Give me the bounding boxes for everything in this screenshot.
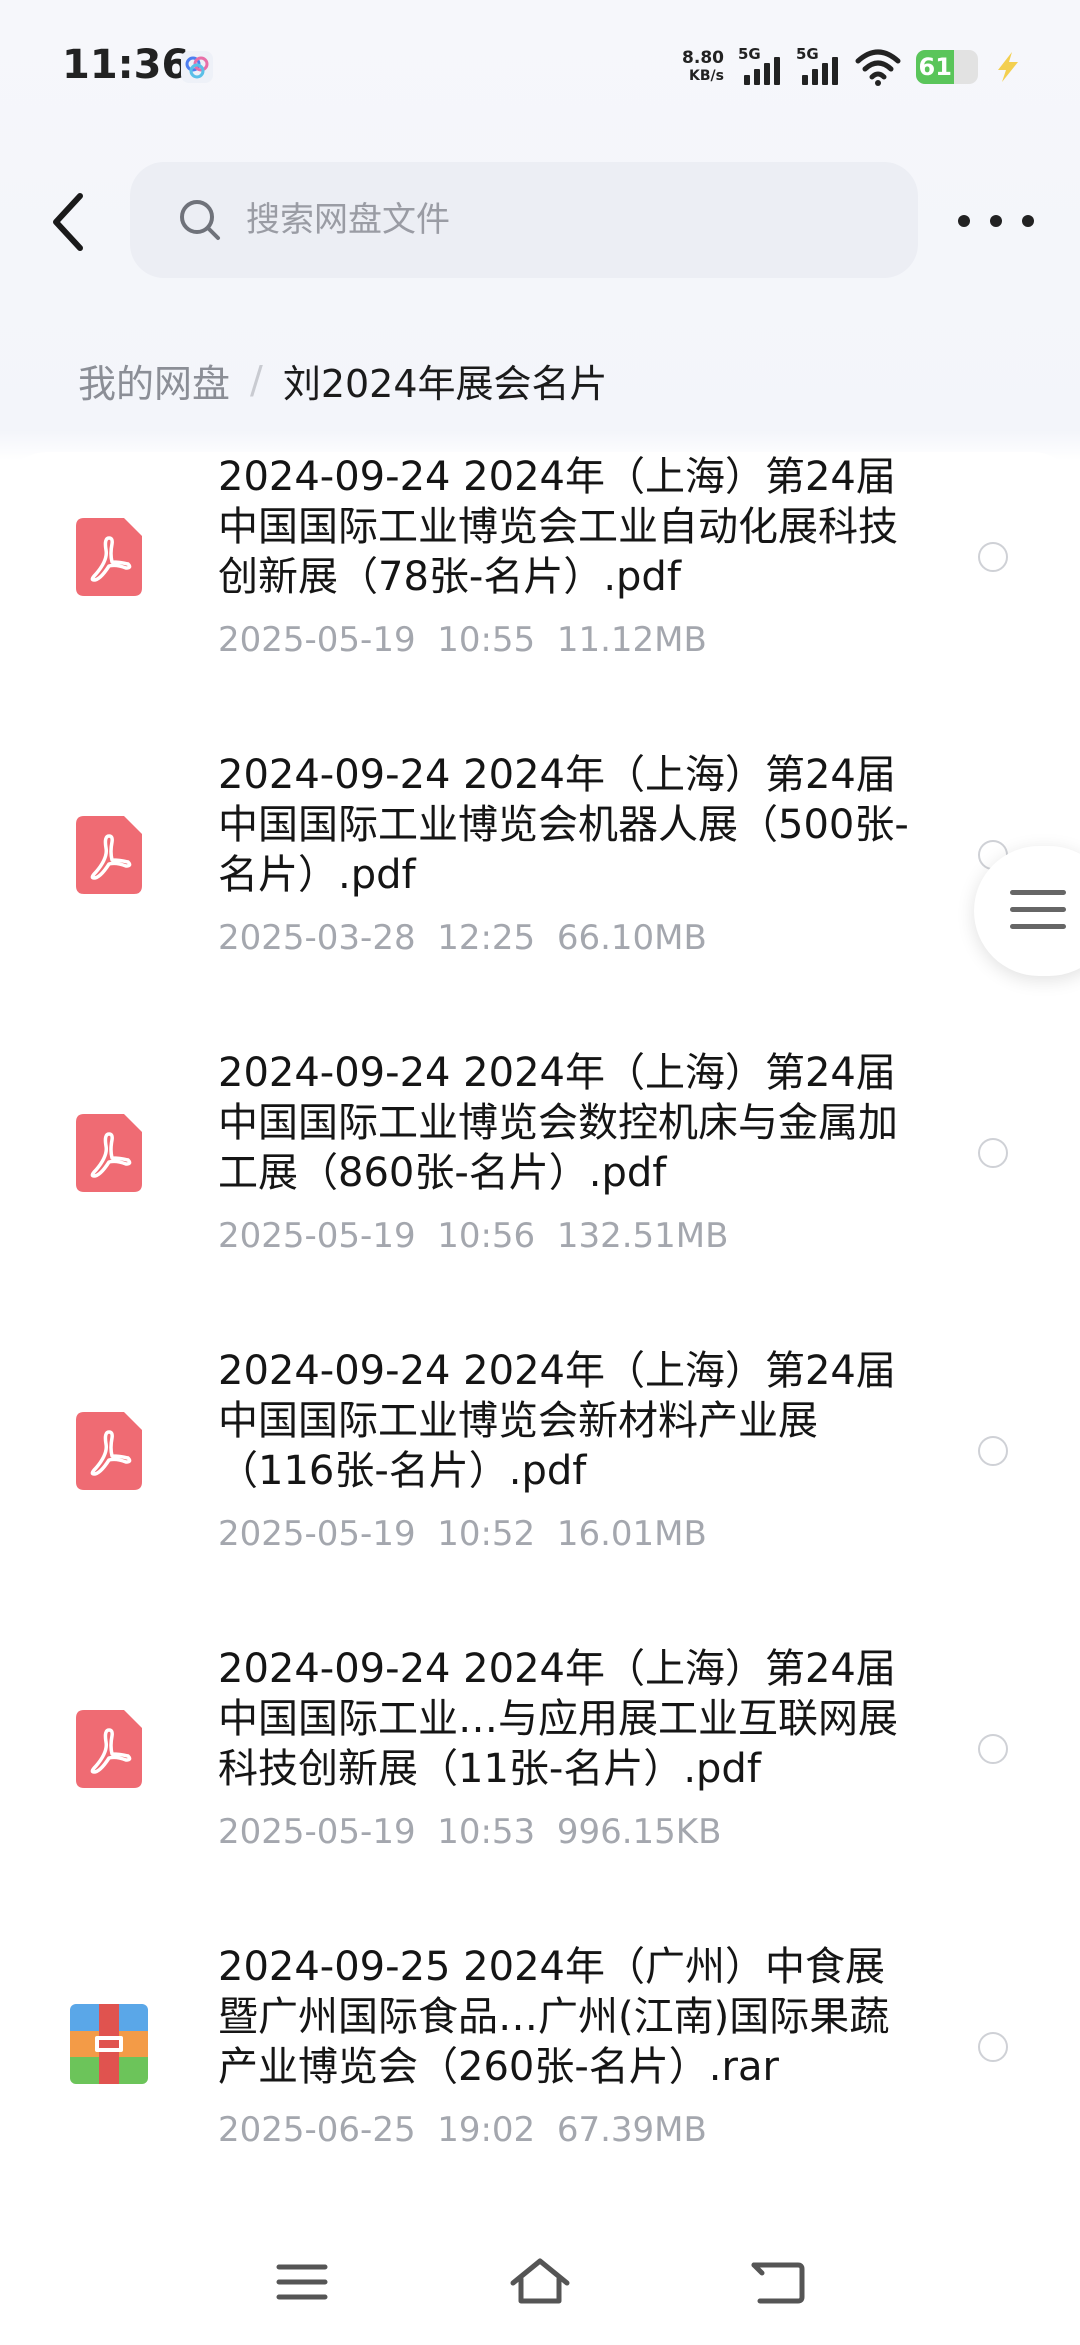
status-icons: 8.80 KB/s 5G 5G 61 bbox=[682, 44, 1022, 90]
file-name: 2024-09-24 2024年（上海）第24届中国国际工业博览会机器人展（50… bbox=[218, 752, 909, 898]
pdf-icon bbox=[76, 816, 142, 894]
select-checkbox[interactable] bbox=[978, 542, 1008, 572]
menu-icon bbox=[276, 2264, 328, 2300]
file-meta: 2025-05-19 10:52 16.01MB bbox=[218, 1514, 918, 1554]
file-name: 2024-09-24 2024年（上海）第24届中国国际工业博览会数控机床与金属… bbox=[218, 1050, 898, 1196]
file-size: 16.01MB bbox=[556, 1514, 707, 1554]
file-meta: 2025-03-28 12:25 66.10MB bbox=[218, 918, 918, 958]
network-speed: 8.80 KB/s bbox=[682, 49, 724, 85]
file-date: 2025-05-19 10:56 bbox=[218, 1216, 536, 1256]
signal-sim2-icon: 5G bbox=[796, 45, 840, 87]
pdf-icon bbox=[76, 1412, 142, 1490]
file-meta: 2025-06-25 19:02 67.39MB bbox=[218, 2110, 918, 2150]
home-icon bbox=[510, 2258, 570, 2304]
back-icon bbox=[751, 2262, 805, 2304]
select-checkbox[interactable] bbox=[978, 1138, 1008, 1168]
nav-home-button[interactable] bbox=[500, 2252, 580, 2312]
file-item[interactable]: 2024-09-25 2024年（广州）中食展暨广州国际食品…广州(江南)国际果… bbox=[0, 1942, 1080, 2202]
file-item[interactable]: 2024-09-24 2024年（上海）第24届中国国际工业博览会数控机床与金属… bbox=[0, 1048, 1080, 1346]
file-date: 2025-05-19 10:52 bbox=[218, 1514, 536, 1554]
rar-archive-icon bbox=[70, 2004, 148, 2084]
more-dot bbox=[958, 215, 970, 227]
file-list: 2024-09-24 2024年（上海）第24届中国国际工业博览会工业自动化展科… bbox=[0, 452, 1080, 2202]
battery-icon: 61 bbox=[916, 50, 978, 84]
pdf-icon bbox=[76, 1710, 142, 1788]
search-bar[interactable] bbox=[130, 162, 918, 278]
more-options-button[interactable] bbox=[958, 196, 1034, 246]
file-name: 2024-09-25 2024年（广州）中食展暨广州国际食品…广州(江南)国际果… bbox=[218, 1944, 890, 2090]
app-notification-icon bbox=[181, 51, 213, 83]
pdf-icon bbox=[76, 1114, 142, 1192]
signal-sim1-icon: 5G bbox=[738, 45, 782, 87]
back-button[interactable] bbox=[40, 182, 96, 262]
network-speed-unit: KB/s bbox=[689, 68, 724, 84]
charging-icon bbox=[998, 52, 1018, 82]
file-size: 66.10MB bbox=[556, 918, 707, 958]
file-name: 2024-09-24 2024年（上海）第24届中国国际工业博览会新材料产业展（… bbox=[218, 1348, 896, 1494]
file-item[interactable]: 2024-09-24 2024年（上海）第24届中国国际工业…与应用展工业互联网… bbox=[0, 1644, 1080, 1942]
select-checkbox[interactable] bbox=[978, 1734, 1008, 1764]
menu-lines-icon bbox=[1010, 890, 1066, 941]
file-size: 996.15KB bbox=[556, 1812, 722, 1852]
select-checkbox[interactable] bbox=[978, 2032, 1008, 2062]
status-time: 11:36 bbox=[62, 42, 190, 88]
breadcrumb-root[interactable]: 我的网盘 bbox=[78, 353, 230, 408]
status-bar: 11:36 8.80 KB/s 5G 5G 61 bbox=[0, 0, 1080, 130]
chevron-left-icon bbox=[53, 193, 83, 251]
nav-back-button[interactable] bbox=[738, 2252, 818, 2312]
wifi-icon bbox=[855, 49, 901, 86]
search-input[interactable] bbox=[244, 199, 848, 241]
system-navigation-bar bbox=[0, 2200, 1080, 2345]
screen: 11:36 8.80 KB/s 5G 5G 61 搜索网盘文件 我的网盘 / 刘… bbox=[0, 0, 1080, 2345]
select-checkbox[interactable] bbox=[978, 1436, 1008, 1466]
file-meta: 2025-05-19 10:53 996.15KB bbox=[218, 1812, 918, 1852]
file-date: 2025-06-25 19:02 bbox=[218, 2110, 536, 2150]
nav-menu-button[interactable] bbox=[262, 2252, 342, 2312]
breadcrumb: 我的网盘 / 刘2024年展会名片 bbox=[78, 350, 608, 410]
file-item[interactable]: 2024-09-24 2024年（上海）第24届中国国际工业博览会工业自动化展科… bbox=[0, 452, 1080, 750]
search-icon bbox=[180, 200, 220, 240]
network-speed-value: 8.80 bbox=[682, 48, 724, 68]
file-name: 2024-09-24 2024年（上海）第24届中国国际工业…与应用展工业互联网… bbox=[218, 1646, 898, 1792]
file-size: 132.51MB bbox=[556, 1216, 729, 1256]
more-dot bbox=[990, 215, 1002, 227]
file-date: 2025-05-19 10:55 bbox=[218, 620, 536, 660]
file-date: 2025-03-28 12:25 bbox=[218, 918, 536, 958]
breadcrumb-current-folder: 刘2024年展会名片 bbox=[282, 361, 608, 406]
file-size: 67.39MB bbox=[556, 2110, 707, 2150]
breadcrumb-separator: / bbox=[250, 358, 263, 402]
file-size: 11.12MB bbox=[556, 620, 707, 660]
file-meta: 2025-05-19 10:55 11.12MB bbox=[218, 620, 918, 660]
pdf-icon bbox=[76, 518, 142, 596]
battery-level: 61 bbox=[918, 53, 952, 81]
file-item[interactable]: 2024-09-24 2024年（上海）第24届中国国际工业博览会新材料产业展（… bbox=[0, 1346, 1080, 1644]
file-date: 2025-05-19 10:53 bbox=[218, 1812, 536, 1852]
file-meta: 2025-05-19 10:56 132.51MB bbox=[218, 1216, 918, 1256]
file-name: 2024-09-24 2024年（上海）第24届中国国际工业博览会工业自动化展科… bbox=[218, 454, 898, 600]
file-item[interactable]: 2024-09-24 2024年（上海）第24届中国国际工业博览会机器人展（50… bbox=[0, 750, 1080, 1048]
more-dot bbox=[1022, 215, 1034, 227]
